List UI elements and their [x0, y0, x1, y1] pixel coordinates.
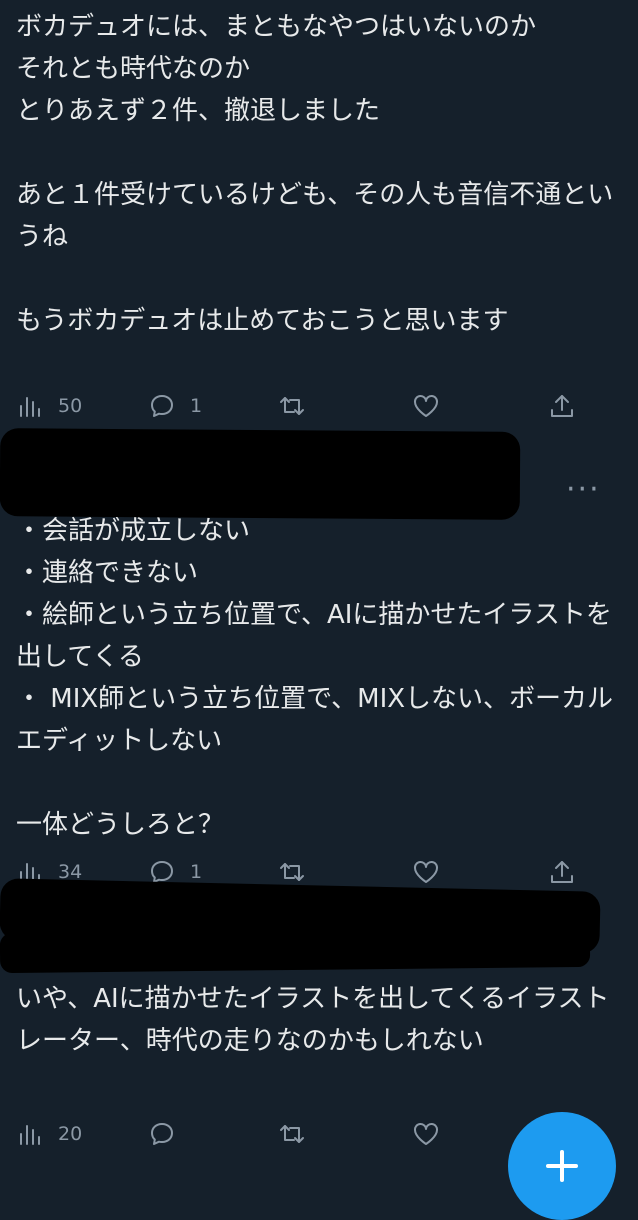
- share-button[interactable]: [548, 386, 576, 426]
- like-button[interactable]: [412, 1114, 440, 1154]
- tweet-text: ・会話が成立しない ・連絡できない ・絵師という立ち位置で、AIに描かせたイラス…: [16, 516, 614, 840]
- share-button[interactable]: [548, 852, 576, 892]
- views-button[interactable]: 20: [16, 1114, 82, 1154]
- views-button[interactable]: 50: [16, 386, 82, 426]
- views-count: 50: [58, 395, 83, 417]
- views-icon: [20, 1125, 40, 1145]
- more-options-button[interactable]: ···: [566, 472, 601, 507]
- tweet-text: ボカデュオには、まともなやつはいないのか それとも時代なのか とりあえず２件、撤…: [16, 12, 614, 336]
- retweet-button[interactable]: [278, 1114, 306, 1154]
- reply-count: 1: [190, 861, 203, 883]
- retweet-icon: [280, 863, 304, 881]
- like-button[interactable]: [412, 852, 440, 892]
- reply-button[interactable]: [148, 1114, 176, 1154]
- plus-icon: [546, 1150, 578, 1182]
- compose-tweet-button[interactable]: [508, 1112, 616, 1220]
- reply-count: 1: [190, 395, 203, 417]
- tweet-actions: 50 1: [0, 386, 638, 426]
- reply-button[interactable]: 1: [148, 386, 202, 426]
- reply-icon: [151, 1123, 173, 1145]
- views-icon: [20, 397, 40, 417]
- heart-icon: [414, 861, 438, 883]
- heart-icon: [414, 395, 438, 417]
- redaction-mark: [0, 926, 591, 974]
- more-options-icon: ···: [566, 472, 601, 507]
- heart-icon: [414, 1123, 438, 1145]
- retweet-icon: [280, 1125, 304, 1143]
- views-count: 20: [58, 1123, 83, 1145]
- tweet-1[interactable]: ボカデュオには、まともなやつはいないのか それとも時代なのか とりあえず２件、撤…: [0, 0, 638, 430]
- share-icon: [551, 861, 573, 883]
- reply-icon: [151, 395, 173, 417]
- like-button[interactable]: [412, 386, 440, 426]
- tweet-text: いや、AIに描かせたイラストを出してくるイラストレーター、時代の走りなのかもしれ…: [16, 984, 610, 1056]
- share-icon: [551, 395, 573, 417]
- retweet-button[interactable]: [278, 386, 306, 426]
- retweet-icon: [280, 397, 304, 415]
- redaction-mark: [0, 428, 521, 520]
